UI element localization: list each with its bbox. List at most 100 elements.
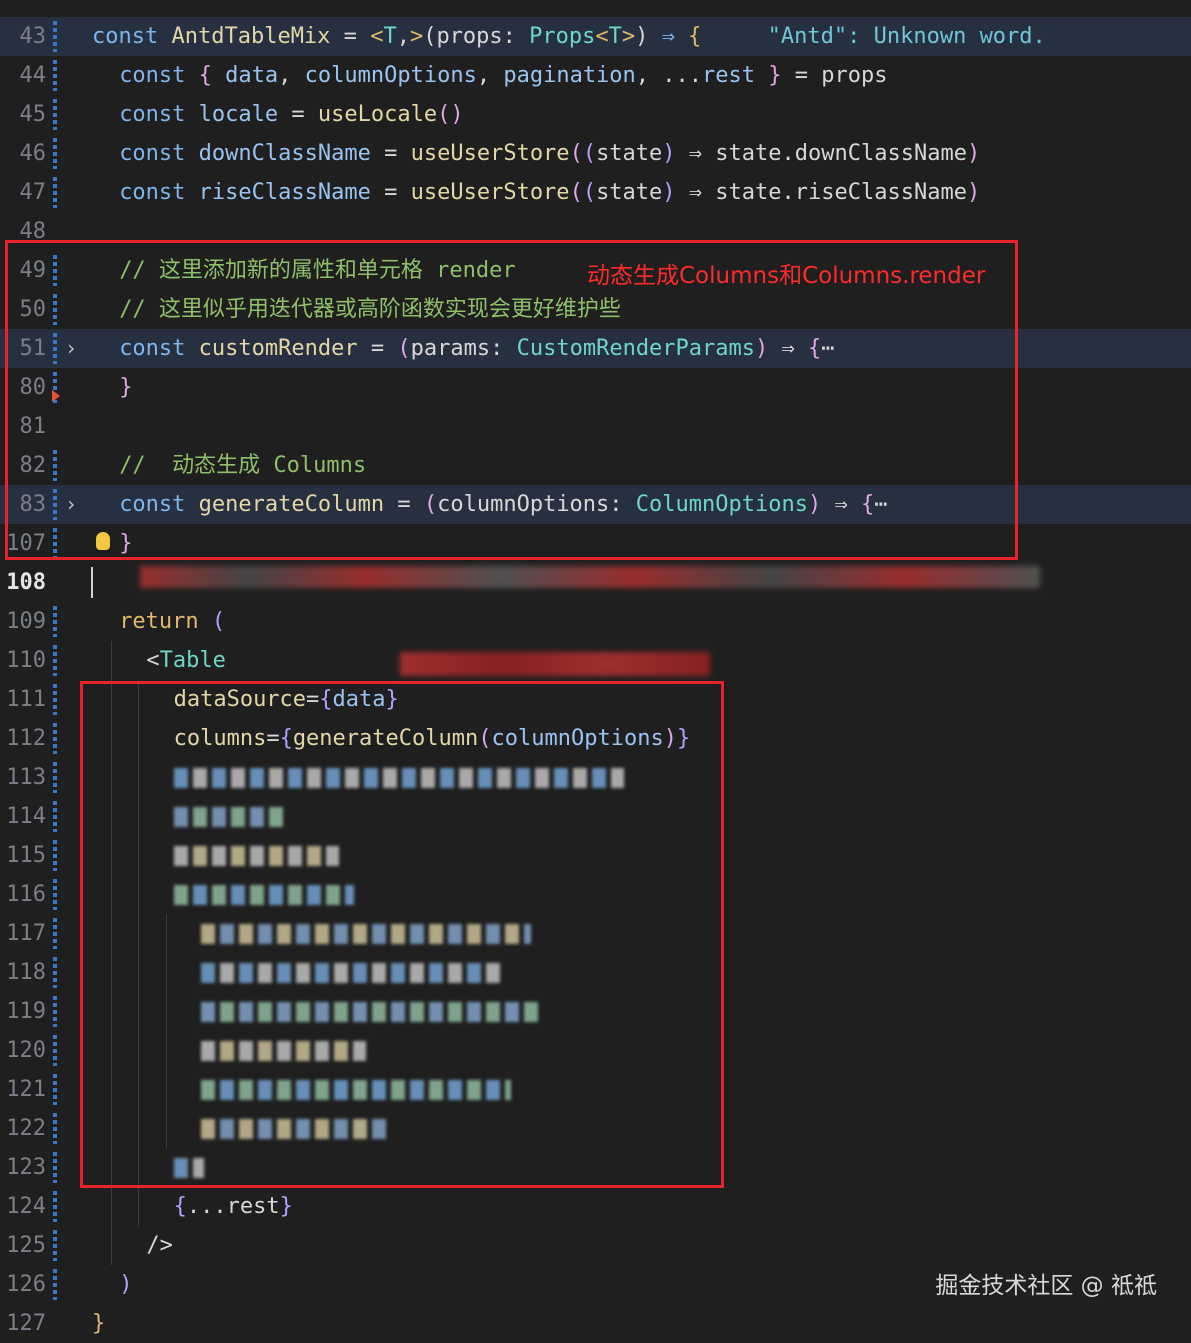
code-text: const riseClassName = useUserStore((stat… [119,173,980,212]
code-token: = [330,24,371,49]
git-change-marker [53,879,57,910]
code-token: < [370,24,384,49]
code-token: > [409,24,424,49]
code-token: } [755,63,782,88]
line-number: 43 [19,24,47,49]
code-token: pagination [503,63,636,88]
code-token: T [608,24,622,49]
git-change-marker [53,957,57,988]
code-token: return [119,609,212,634]
code-token: Table [159,648,226,673]
git-change-marker [53,177,57,208]
code-token: ( [582,141,597,166]
indent-guide [111,1226,113,1265]
code-line[interactable]: 43 const AntdTableMix = <T,>(props: Props… [0,17,1191,56]
line-number: 126 [6,1272,46,1297]
code-token: { [688,24,702,49]
code-token: data [225,63,279,88]
code-token: ⇒ [661,24,689,49]
code-token: } [279,1194,293,1219]
watermark: 掘金技术社区 @ 祗祗 [935,1273,1157,1299]
code-token: ( [582,180,597,205]
code-token: riseClassName [198,180,371,205]
line-number: 108 [6,570,46,595]
code-token: useLocale [317,102,438,127]
indent-guide [138,1187,140,1226]
code-token: downClassName [198,141,371,166]
code-token: props [821,63,888,88]
git-change-marker [53,1113,57,1144]
line-number: 110 [6,648,46,673]
git-change-marker [53,684,57,715]
code-token: () [437,102,464,127]
code-line[interactable]: 47 const riseClassName = useUserStore((st… [0,173,1191,212]
code-token: = [370,141,411,166]
code-text: const locale = useLocale() [119,95,463,134]
git-change-marker [53,99,57,130]
code-token: , [476,63,504,88]
line-number: 47 [19,180,47,205]
code-token: AntdTableMix [171,24,331,49]
code-token: state [596,141,663,166]
git-change-marker [53,645,57,676]
code-token: = [781,63,822,88]
git-change-marker [53,138,57,169]
code-token: ( [569,141,583,166]
code-text: {...rest} [174,1187,293,1226]
code-token: ) [119,1272,133,1297]
code-token: ) [662,180,676,205]
code-token: ) [966,141,981,166]
code-token: ) [635,24,662,49]
git-change-marker [53,762,57,793]
code-text: } [92,1304,105,1343]
code-line[interactable]: 125 /> [0,1226,1191,1265]
code-token: { [173,1194,187,1219]
code-token: const [119,141,199,166]
code-token: state.downClassName [715,141,967,166]
line-number: 125 [6,1233,46,1258]
code-token: = [278,102,318,127]
code-text: return ( [119,602,225,641]
code-text: const { data, columnOptions, pagination,… [119,56,887,95]
line-number: 124 [6,1194,46,1219]
code-line[interactable]: 46 const downClassName = useUserStore((st… [0,134,1191,173]
code-token: useUserStore [410,180,570,205]
indent-guide [111,1187,113,1226]
code-token: ) [966,180,981,205]
code-line[interactable]: 45 const locale = useLocale() [0,95,1191,134]
line-number: 122 [6,1116,46,1141]
git-change-marker [53,1074,57,1105]
code-text: ) [119,1265,132,1304]
code-token: const [119,63,199,88]
code-token: , ... [635,63,703,88]
line-number: 45 [19,102,47,127]
code-line[interactable]: 124 {...rest} [0,1187,1191,1226]
code-token: ( [569,180,583,205]
code-token: T [383,24,397,49]
git-change-marker [53,801,57,832]
line-number: 123 [6,1155,46,1180]
code-token: /> [146,1233,173,1258]
code-token: rest [702,63,756,88]
code-token: columnOptions [304,63,477,88]
code-token: const [119,102,199,127]
line-number: 118 [6,960,46,985]
code-token: Props [529,24,596,49]
code-token: const [119,180,199,205]
code-line[interactable]: 109 return ( [0,602,1191,641]
line-number: 121 [6,1077,46,1102]
code-line[interactable]: 44 const { data, columnOptions, paginatio… [0,56,1191,95]
code-token: const [92,24,172,49]
git-change-marker [53,1035,57,1066]
git-change-marker [53,840,57,871]
code-token: state.riseClassName [715,180,967,205]
code-token: ⇒ [675,141,716,166]
code-text: const AntdTableMix = <T,>(props: Props<T… [92,17,1046,56]
git-change-marker [53,1269,57,1300]
line-number: 114 [6,804,46,829]
code-text: /> [146,1226,173,1265]
code-token: = [370,180,411,205]
code-line[interactable]: 127} [0,1304,1191,1343]
git-change-marker [53,1152,57,1183]
